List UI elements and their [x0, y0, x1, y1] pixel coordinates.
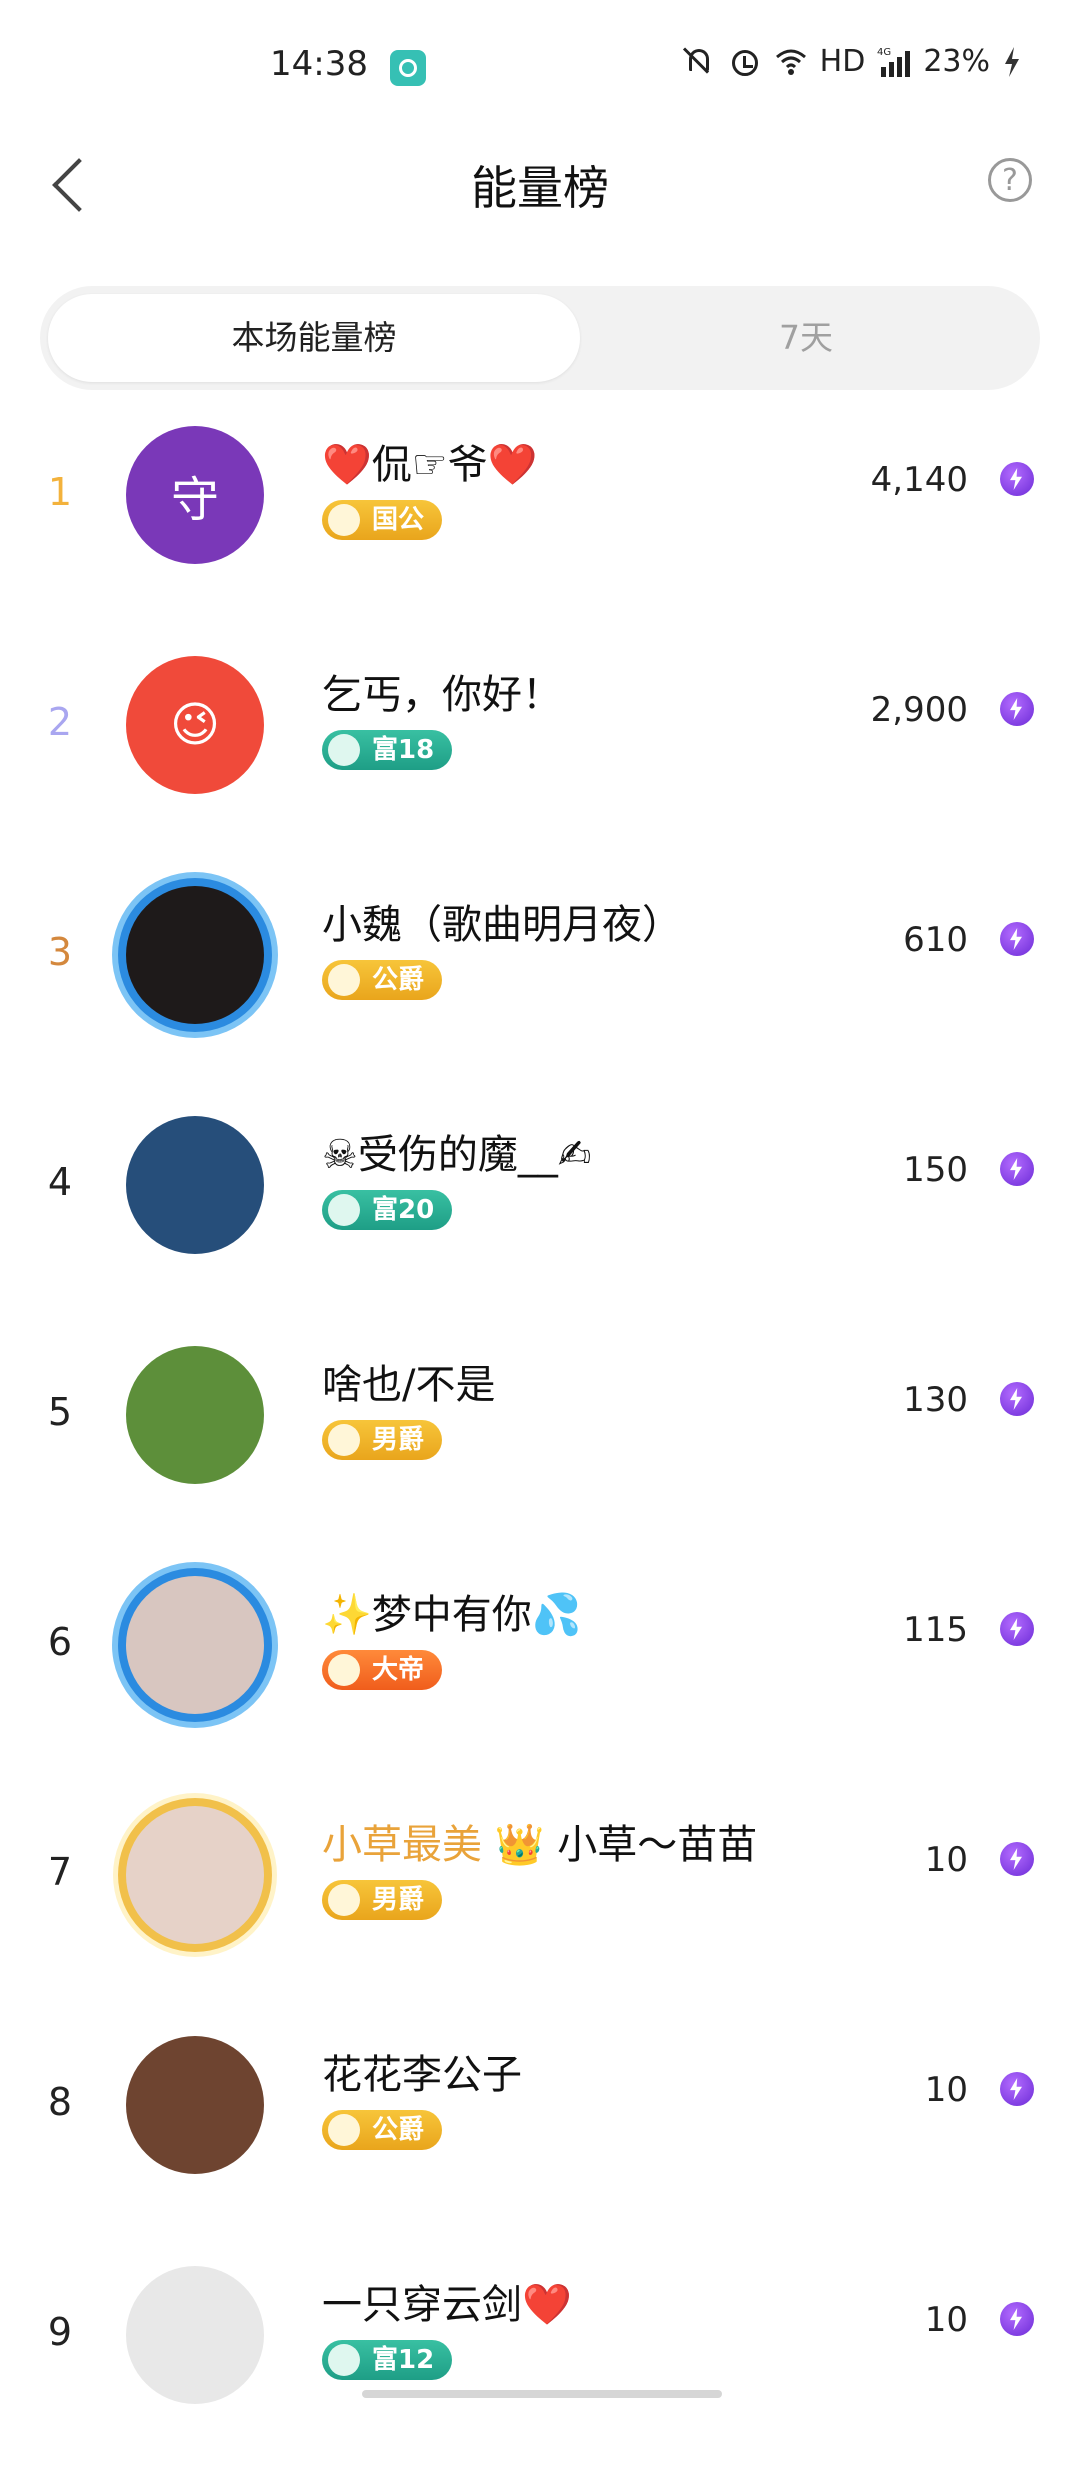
user-name[interactable]: 乞丐，你好！ [322, 662, 562, 720]
level-badge: 国公 [322, 500, 443, 540]
network-label: HD [819, 44, 866, 79]
rank-number: 6 [47, 1620, 73, 1664]
ranking-row[interactable]: 4 ☠受伤的魔__✍ 富20 150 [0, 1100, 1080, 1330]
user-name-text: 花花李公子 [322, 2052, 522, 2098]
mute-bell-icon [682, 45, 716, 79]
energy-bolt-icon [1000, 1382, 1034, 1416]
avatar[interactable]: 😉 [126, 656, 264, 794]
energy-score: 610 [903, 920, 968, 960]
user-name[interactable]: 小草最美 👑 小草～苗苗 [322, 1812, 757, 1870]
level-badge: 富12 [322, 2340, 453, 2380]
ranking-row[interactable]: 2 😉 乞丐，你好！ 富18 2,900 [0, 640, 1080, 870]
ranking-row[interactable]: 5 啥也/不是男爵 130 [0, 1330, 1080, 1560]
signal-icon: 4G [877, 45, 911, 79]
app-notification-icon [390, 50, 426, 86]
user-name[interactable]: ❤️侃☞爷❤️ [322, 432, 537, 490]
avatar[interactable] [126, 2266, 264, 2404]
user-name-text: ❤️侃☞爷❤️ [322, 442, 538, 488]
level-badge: 男爵 [322, 1880, 443, 1920]
level-badge: 公爵 [322, 2110, 443, 2150]
rank-number: 1 [47, 470, 73, 514]
tab-bar: 本场能量榜 7天 [40, 286, 1040, 390]
energy-score: 115 [903, 1610, 968, 1650]
user-name-text: ☠受伤的魔__✍ [322, 1132, 592, 1178]
level-badge: 男爵 [322, 1420, 443, 1460]
user-name-text: 乞丐，你好！ [322, 672, 562, 718]
user-name[interactable]: 一只穿云剑❤️ [322, 2272, 572, 2330]
user-name[interactable]: ☠受伤的魔__✍ [322, 1122, 591, 1180]
user-tag: 小草最美 👑 [322, 1822, 558, 1868]
energy-score: 130 [903, 1380, 968, 1420]
battery-label: 23% [923, 44, 990, 79]
rank-number: 2 [47, 700, 73, 744]
energy-bolt-icon [1000, 2302, 1034, 2336]
alarm-icon [728, 45, 762, 79]
wifi-icon [774, 45, 808, 79]
ranking-row[interactable]: 3 小魏（歌曲明月夜） 公爵 610 [0, 870, 1080, 1100]
user-name-text: 一只穿云剑❤️ [322, 2282, 572, 2328]
energy-bolt-icon [1000, 922, 1034, 956]
level-badge: 大帝 [322, 1650, 443, 1690]
tab-current-session[interactable]: 本场能量榜 [48, 294, 580, 382]
rank-number: 3 [47, 930, 73, 974]
avatar[interactable] [126, 2036, 264, 2174]
avatar[interactable] [126, 1806, 264, 1944]
user-name[interactable]: 啥也/不是 [322, 1352, 495, 1410]
ranking-list: 1 守 ❤️侃☞爷❤️ 国公 4,140 2 😉 乞丐，你好！ 富18 2,900 3 小魏（歌曲明月… [0, 410, 1080, 2480]
rank-number: 4 [47, 1160, 73, 1204]
energy-bolt-icon [1000, 1612, 1034, 1646]
ranking-row[interactable]: 1 守 ❤️侃☞爷❤️ 国公 4,140 [0, 410, 1080, 640]
ranking-row[interactable]: 8 花花李公子公爵 10 [0, 2020, 1080, 2250]
user-name-text: 小草～苗苗 [557, 1822, 758, 1868]
page-title: 能量榜 [471, 161, 609, 215]
user-name[interactable]: 小魏（歌曲明月夜） [322, 892, 682, 950]
rank-number: 8 [47, 2080, 73, 2124]
avatar[interactable] [126, 1116, 264, 1254]
user-name-text: 小魏（歌曲明月夜） [322, 902, 682, 948]
ranking-row[interactable]: 7 小草最美 👑 小草～苗苗男爵 10 [0, 1790, 1080, 2020]
rank-number: 5 [47, 1390, 73, 1434]
level-badge: 富18 [322, 730, 453, 770]
svg-text:4G: 4G [877, 47, 891, 58]
home-indicator[interactable] [362, 2390, 722, 2398]
energy-score: 150 [903, 1150, 968, 1190]
status-icons: HD 4G 23% [682, 44, 1036, 79]
charging-icon [1002, 45, 1036, 79]
rank-number: 7 [47, 1850, 73, 1894]
energy-bolt-icon [1000, 692, 1034, 726]
user-name-text: 啥也/不是 [322, 1362, 496, 1408]
energy-score: 10 [924, 2300, 968, 2340]
status-bar: 14:38 HD 4G 23% [0, 0, 1080, 140]
energy-bolt-icon [1000, 1842, 1034, 1876]
tab-7-days[interactable]: 7天 [580, 294, 1032, 382]
ranking-row[interactable]: 9 一只穿云剑❤️ 富12 10 [0, 2250, 1080, 2480]
energy-bolt-icon [1000, 462, 1034, 496]
energy-score: 10 [924, 2070, 968, 2110]
avatar[interactable] [126, 886, 264, 1024]
user-name[interactable]: 花花李公子 [322, 2042, 522, 2100]
help-icon[interactable]: ? [988, 158, 1032, 202]
user-name[interactable]: ✨梦中有你💦 [322, 1582, 582, 1640]
energy-score: 10 [924, 1840, 968, 1880]
user-name-text: ✨梦中有你💦 [322, 1592, 582, 1638]
status-time: 14:38 [270, 44, 368, 84]
energy-score: 2,900 [870, 690, 968, 730]
energy-bolt-icon [1000, 1152, 1034, 1186]
energy-bolt-icon [1000, 2072, 1034, 2106]
avatar[interactable] [126, 1346, 264, 1484]
level-badge: 富20 [322, 1190, 453, 1230]
rank-number: 9 [47, 2310, 73, 2354]
avatar[interactable]: 守 [126, 426, 264, 564]
level-badge: 公爵 [322, 960, 443, 1000]
avatar[interactable] [126, 1576, 264, 1714]
ranking-row[interactable]: 6 ✨梦中有你💦 大帝 115 [0, 1560, 1080, 1790]
energy-score: 4,140 [870, 460, 968, 500]
